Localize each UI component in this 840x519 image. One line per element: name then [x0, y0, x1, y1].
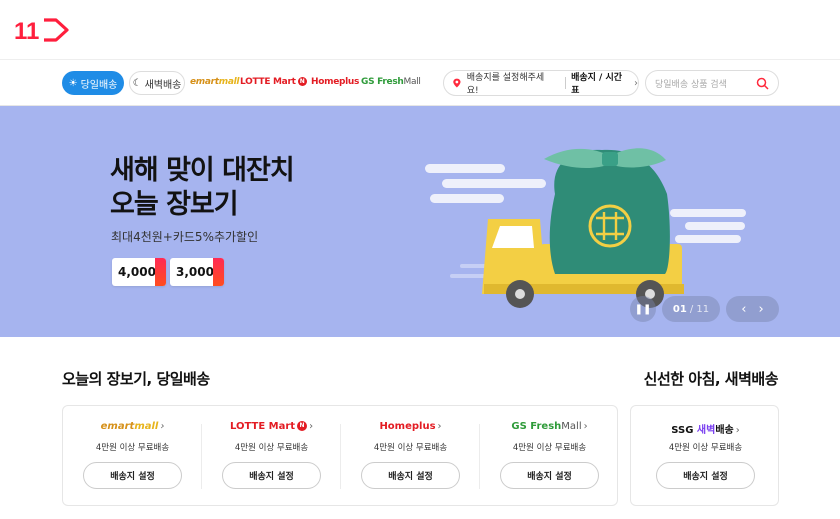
store-card-ssg: SSG 새벽배송 › 4만원 이상 무료배송 배송지 설정 [631, 406, 780, 507]
store-link-lotte[interactable]: LOTTE Mart N › [202, 421, 341, 432]
coupon-4000: 4,000 [112, 258, 166, 286]
chevron-right-icon: › [634, 77, 638, 89]
address-prompt: 배송지를 설정해주세요! [466, 73, 545, 96]
set-address-button[interactable]: 배송지 설정 [83, 462, 182, 489]
store-link-emart[interactable]: emartmall › [63, 421, 202, 432]
banner-title: 새해 맞이 대잔치 오늘 장보기 [110, 155, 295, 220]
chevron-right-icon[interactable]: › [759, 302, 764, 317]
top-header: 11 [0, 0, 840, 60]
delivery-truck-illustration [425, 148, 746, 308]
store-link-homeplus[interactable]: Homeplus › [341, 421, 480, 432]
search-input[interactable]: 당일배송 상품 검색 [645, 70, 779, 96]
dawn-store-card: SSG 새벽배송 › 4만원 이상 무료배송 배송지 설정 [630, 405, 779, 506]
chevron-left-icon[interactable]: ‹ [741, 302, 746, 317]
brand-lotte-mart[interactable]: LOTTE Mart N [240, 77, 307, 87]
store-card-gs-fresh: GS FreshMall › 4만원 이상 무료배송 배송지 설정 [480, 406, 619, 507]
location-pin-icon [453, 78, 461, 88]
pause-button[interactable]: ❚❚ [630, 296, 656, 322]
delivery-condition: 4만원 이상 무료배송 [95, 443, 170, 453]
moon-icon: ☾ [132, 77, 142, 89]
store-link-gs-fresh[interactable]: GS FreshMall › [480, 421, 619, 432]
banner-subtitle: 최대4천원+카드5%추가할인 [111, 230, 259, 244]
section-title-same-day: 오늘의 장보기, 당일배송 [62, 370, 210, 388]
brand-emart-mall[interactable]: emartmall [190, 77, 240, 87]
sun-icon: ☀ [68, 77, 78, 89]
address-setter[interactable]: 배송지를 설정해주세요! 배송지 / 시간표 › [443, 70, 639, 96]
set-address-button[interactable]: 배송지 설정 [500, 462, 599, 489]
address-schedule-link[interactable]: 배송지 / 시간표 [571, 70, 629, 96]
brand-homeplus[interactable]: Homeplus [311, 77, 359, 87]
same-day-store-list: emartmall › 4만원 이상 무료배송 배송지 설정 LOTTE Mart… [62, 405, 618, 506]
search-icon[interactable] [756, 77, 769, 90]
tab-label: 당일배송 [80, 79, 118, 91]
total-slides: / 11 [689, 303, 710, 315]
tab-dawn-delivery[interactable]: ☾ 새벽배송 [129, 71, 185, 95]
tab-label: 새벽배송 [144, 79, 182, 91]
lotte-badge: N [297, 77, 307, 86]
tab-same-day-delivery[interactable]: ☀ 당일배송 [62, 71, 124, 95]
set-address-button[interactable]: 배송지 설정 [361, 462, 460, 489]
delivery-condition: 4만원 이상 무료배송 [373, 443, 448, 453]
section-title-dawn: 신선한 아침, 새벽배송 [643, 370, 779, 388]
slide-nav: ‹ › [726, 296, 779, 322]
pause-icon: ❚❚ [634, 303, 652, 315]
divider [565, 77, 567, 89]
svg-text:11: 11 [14, 18, 39, 44]
promo-banner[interactable]: 새해 맞이 대잔치 오늘 장보기 최대4천원+카드5%추가할인 4,000 3,… [0, 106, 840, 337]
set-address-button[interactable]: 배송지 설정 [222, 462, 321, 489]
delivery-condition: 4만원 이상 무료배송 [668, 443, 743, 453]
store-card-lotte: LOTTE Mart N › 4만원 이상 무료배송 배송지 설정 [202, 406, 341, 507]
store-card-emart: emartmall › 4만원 이상 무료배송 배송지 설정 [63, 406, 202, 507]
slide-counter: 01 / 11 [662, 296, 720, 322]
eleven-street-logo[interactable]: 11 [14, 16, 70, 44]
store-card-homeplus: Homeplus › 4만원 이상 무료배송 배송지 설정 [341, 406, 480, 507]
delivery-navbar: ☀ 당일배송 ☾ 새벽배송 emartmall LOTTE Mart N Home… [0, 60, 840, 106]
current-slide: 01 [672, 303, 687, 315]
store-link-ssg[interactable]: SSG 새벽배송 › [631, 421, 780, 436]
set-address-button[interactable]: 배송지 설정 [656, 462, 755, 489]
delivery-condition: 4만원 이상 무료배송 [512, 443, 587, 453]
coupon-3000: 3,000 [170, 258, 224, 286]
brand-gs-fresh-mall[interactable]: GS FreshMall [361, 77, 421, 87]
delivery-condition: 4만원 이상 무료배송 [234, 443, 309, 453]
search-placeholder: 당일배송 상품 검색 [655, 79, 727, 90]
